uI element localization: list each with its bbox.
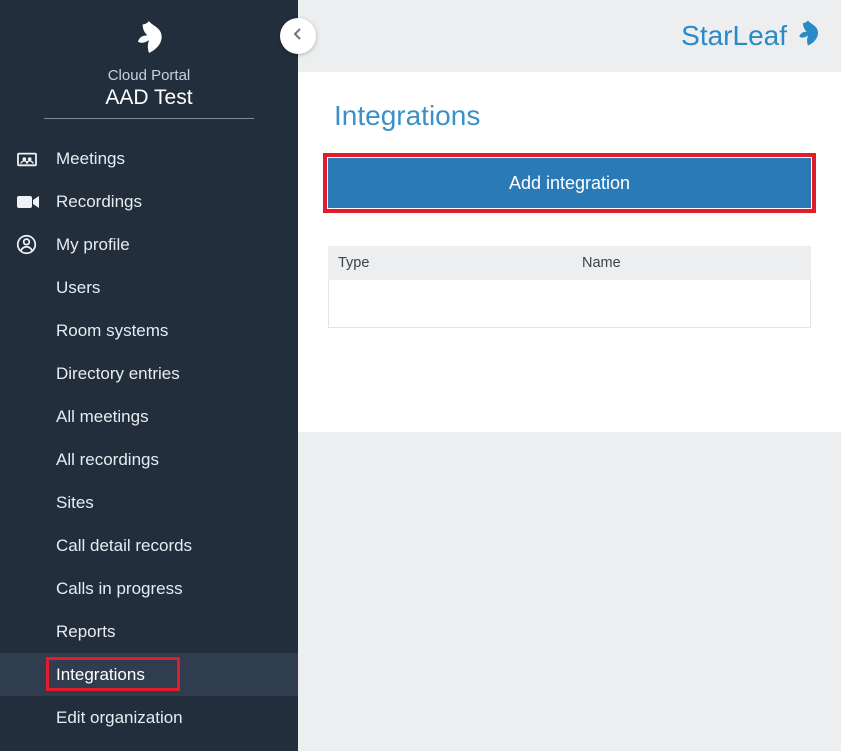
org-name-underline (44, 118, 254, 119)
leaf-icon (130, 43, 168, 60)
sidebar-item-label: All meetings (56, 407, 298, 427)
sidebar-item-sites[interactable]: Sites (0, 481, 298, 524)
add-integration-wrap: Add integration (328, 158, 811, 208)
brand-logo[interactable]: StarLeaf (681, 18, 823, 55)
sidebar-item-reports[interactable]: Reports (0, 610, 298, 653)
chevron-left-icon (292, 27, 304, 46)
topbar: StarLeaf (298, 0, 841, 72)
sidebar-item-label: Room systems (56, 321, 298, 341)
sidebar-item-label: Call detail records (56, 536, 298, 556)
sidebar-item-label: Calls in progress (56, 579, 298, 599)
sidebar-nav: Meetings Recordings My profile Users Roo… (0, 137, 298, 739)
sidebar-item-recordings[interactable]: Recordings (0, 180, 298, 223)
collapse-sidebar-button[interactable] (280, 18, 316, 54)
profile-icon (16, 234, 56, 255)
sidebar-item-label: All recordings (56, 450, 298, 470)
sidebar-item-directory-entries[interactable]: Directory entries (0, 352, 298, 395)
sidebar-item-calls-in-progress[interactable]: Calls in progress (0, 567, 298, 610)
sidebar-item-all-meetings[interactable]: All meetings (0, 395, 298, 438)
sidebar-item-label: Meetings (56, 149, 298, 169)
leaf-icon (793, 18, 823, 55)
sidebar-item-label: Integrations (56, 665, 298, 685)
org-name: AAD Test (0, 86, 298, 118)
sidebar-item-label: Users (56, 278, 298, 298)
add-integration-button[interactable]: Add integration (328, 158, 811, 208)
recordings-icon (16, 194, 56, 210)
sidebar-item-label: Directory entries (56, 364, 298, 384)
sidebar-item-label: Reports (56, 622, 298, 642)
sidebar-item-meetings[interactable]: Meetings (0, 137, 298, 180)
portal-label: Cloud Portal (0, 67, 298, 84)
column-header-type[interactable]: Type (328, 255, 578, 271)
sidebar-item-label: Recordings (56, 192, 298, 212)
column-header-name[interactable]: Name (578, 255, 811, 271)
sidebar-item-room-systems[interactable]: Room systems (0, 309, 298, 352)
sidebar-item-users[interactable]: Users (0, 266, 298, 309)
main: StarLeaf Integrations Add integration Ty… (298, 0, 841, 751)
sidebar-logo (0, 0, 298, 61)
sidebar-item-call-detail-records[interactable]: Call detail records (0, 524, 298, 567)
sidebar-item-edit-organization[interactable]: Edit organization (0, 696, 298, 739)
sidebar-item-my-profile[interactable]: My profile (0, 223, 298, 266)
integrations-table-body (328, 280, 811, 328)
integrations-table-header: Type Name (328, 246, 811, 280)
sidebar: Cloud Portal AAD Test Meetings Recording… (0, 0, 298, 751)
meetings-icon (16, 150, 56, 168)
sidebar-item-label: Edit organization (56, 708, 298, 728)
sidebar-item-integrations[interactable]: Integrations (0, 653, 298, 696)
sidebar-item-label: My profile (56, 235, 298, 255)
add-integration-label: Add integration (509, 173, 630, 194)
sidebar-item-all-recordings[interactable]: All recordings (0, 438, 298, 481)
page-title: Integrations (334, 100, 811, 132)
sidebar-item-label: Sites (56, 493, 298, 513)
content-card: Integrations Add integration Type Name (298, 72, 841, 432)
brand-name: StarLeaf (681, 20, 787, 52)
